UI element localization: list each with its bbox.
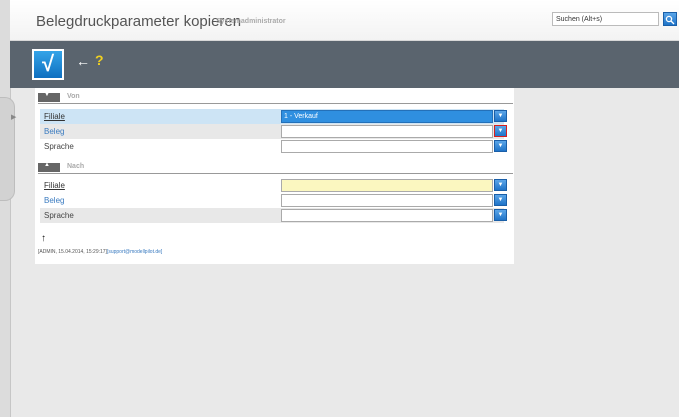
- field-label: Sprache: [44, 211, 74, 220]
- dropdown-button[interactable]: ▼: [494, 125, 507, 137]
- field-label: Beleg: [44, 127, 65, 136]
- help-icon[interactable]: ?: [95, 52, 104, 68]
- form-row-nach-filiale: Filiale ▼: [40, 178, 507, 193]
- nach-beleg-field[interactable]: [281, 194, 493, 207]
- section-header-von[interactable]: ▼ Von: [38, 92, 513, 104]
- support-email-link[interactable]: [support@modellpilot.de]: [107, 249, 162, 255]
- chevron-down-icon: ▼: [497, 113, 504, 119]
- form-row-von-sprache: Sprache ▼: [40, 139, 507, 154]
- form-row-nach-sprache: Sprache ▼: [40, 208, 507, 223]
- chevron-down-icon: ▼: [497, 212, 504, 218]
- dropdown-button[interactable]: ▼: [494, 194, 507, 206]
- field-label: Beleg: [44, 196, 65, 205]
- chevron-down-icon: ▼: [497, 128, 504, 134]
- von-sprache-field[interactable]: [281, 140, 493, 153]
- von-filiale-field[interactable]: 1 - Verkauf: [281, 110, 493, 123]
- section-toggle[interactable]: ▼: [38, 92, 60, 102]
- field-label: Filiale: [44, 181, 65, 190]
- chevron-up-icon: ▲: [44, 162, 50, 168]
- chevron-down-icon: ▼: [497, 197, 504, 203]
- page-header: Belegdruckparameter kopieren Systemadmin…: [10, 0, 679, 41]
- dropdown-button[interactable]: ▼: [494, 209, 507, 221]
- form-row-von-filiale: Filiale 1 - Verkauf ▼: [40, 109, 507, 124]
- confirm-button[interactable]: √: [32, 49, 64, 80]
- section-toggle[interactable]: ▲: [38, 162, 60, 172]
- section-label: Von: [67, 93, 80, 100]
- back-arrow-icon[interactable]: ←: [76, 53, 90, 69]
- toolbar: √ ← ?: [10, 41, 679, 88]
- form-row-nach-beleg: Beleg ▼: [40, 193, 507, 208]
- chevron-right-icon: ▶: [11, 114, 17, 121]
- chevron-down-icon: ▼: [497, 182, 504, 188]
- search-icon: [665, 15, 675, 25]
- nach-filiale-field[interactable]: [281, 179, 493, 192]
- form-row-von-beleg: Beleg ▼: [40, 124, 507, 139]
- search-button[interactable]: [663, 12, 677, 26]
- dropdown-button[interactable]: ▼: [494, 179, 507, 191]
- search-input[interactable]: Suchen (Alt+s): [552, 12, 659, 26]
- footer-info: [ADMIN, 15.04.2014, 15:29:17][support@mo…: [38, 249, 162, 255]
- chevron-down-icon: ▼: [497, 143, 504, 149]
- field-label: Filiale: [44, 112, 65, 121]
- dropdown-button[interactable]: ▼: [494, 110, 507, 122]
- section-header-nach[interactable]: ▲ Nach: [38, 162, 513, 174]
- dropdown-button[interactable]: ▼: [494, 140, 507, 152]
- scroll-top-icon[interactable]: ↑: [41, 233, 46, 244]
- von-beleg-field[interactable]: [281, 125, 493, 138]
- chevron-down-icon: ▼: [44, 92, 50, 98]
- field-label: Sprache: [44, 142, 74, 151]
- nach-sprache-field[interactable]: [281, 209, 493, 222]
- form-panel: ▼ Von Filiale 1 - Verkauf ▼ Beleg ▼ Spra…: [35, 88, 514, 264]
- page-title: Belegdruckparameter kopieren: [36, 13, 242, 30]
- session-info: [ADMIN, 15.04.2014, 15:29:17]: [38, 249, 107, 255]
- user-role: Systemadministrator: [216, 18, 286, 25]
- section-label: Nach: [67, 163, 85, 170]
